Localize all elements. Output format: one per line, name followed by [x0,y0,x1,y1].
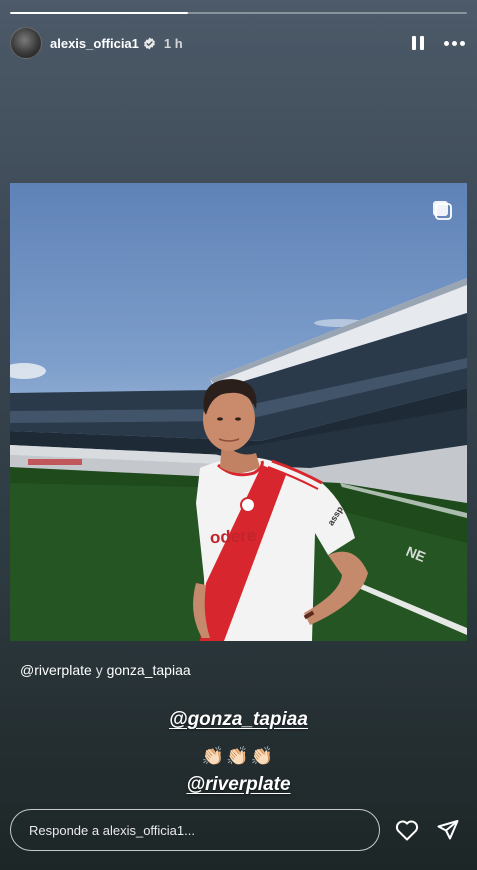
carousel-icon[interactable] [431,199,453,221]
story-photo: NE odere assp [10,183,467,641]
username[interactable]: alexis_officia1 [50,36,139,51]
caption-handle-riverplate[interactable]: @riverplate [20,662,92,678]
verified-badge-icon [143,37,156,50]
mention-sticker-riverplate[interactable]: @riverplate [0,774,477,796]
story-header: alexis_officia1 1 h [10,26,465,60]
caption-handle-gonza[interactable]: gonza_tapiaa [107,662,191,678]
send-icon[interactable] [436,818,460,842]
reply-bar[interactable] [10,809,380,851]
time-ago: 1 h [163,35,183,51]
clap-emoji-sticker: 👏🏻👏🏻👏🏻 [201,746,276,766]
avatar[interactable] [10,27,42,59]
pause-icon[interactable] [412,36,426,50]
more-options-icon[interactable] [444,40,465,46]
story-progress-fill [10,12,189,14]
mention-sticker-gonza[interactable]: @gonza_tapiaa [0,709,477,731]
story-progress-bar [10,12,467,14]
reply-input[interactable] [29,822,379,838]
shirt-sponsor-text: odere [209,525,257,548]
caption-separator: y [95,662,103,678]
stadium-photo: NE [10,278,467,641]
caption-mentions: @riverplate y gonza_tapiaa [20,662,191,678]
heart-icon[interactable] [394,818,420,842]
